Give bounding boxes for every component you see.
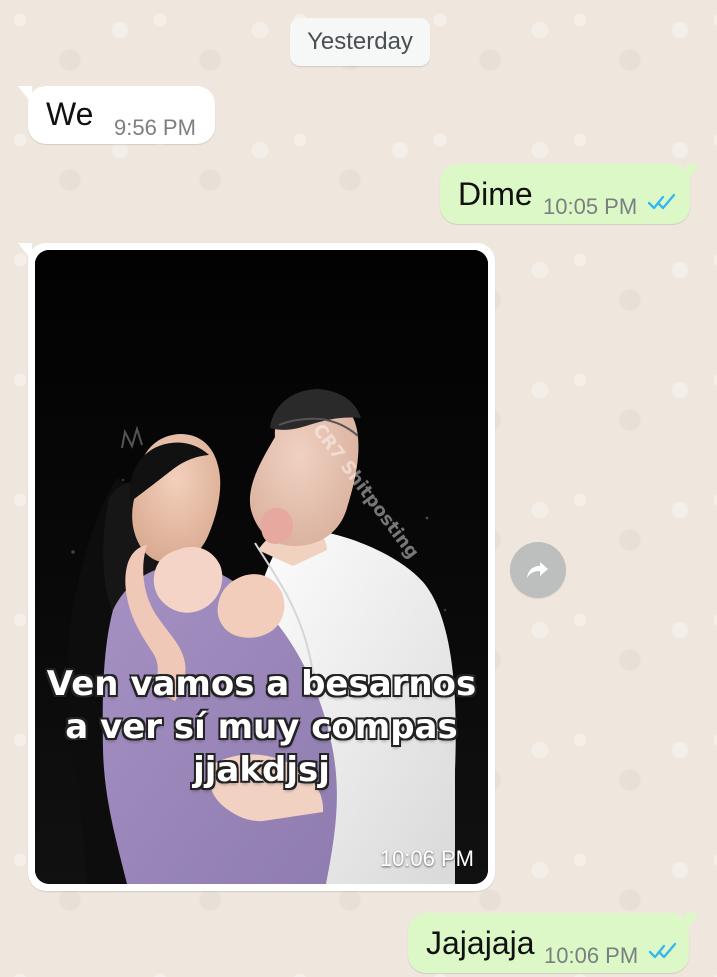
shared-image[interactable]: CR7 Shitposting Ven vamos a besarnos a v… (35, 250, 488, 884)
incoming-image-message[interactable]: CR7 Shitposting Ven vamos a besarnos a v… (18, 243, 495, 891)
double-check-icon (648, 942, 677, 959)
message-text: We (46, 96, 94, 132)
message-time: 9:56 PM (114, 115, 196, 140)
forward-arrow-icon (527, 562, 548, 578)
incoming-message-bubble[interactable]: We 9:56 PM (18, 86, 215, 144)
image-caption-line-1: Ven vamos a besarnos (46, 664, 477, 704)
date-separator-label: Yesterday (307, 28, 413, 55)
image-caption-line-3: jjakdjsj (193, 750, 330, 790)
message-text: Dime (458, 176, 533, 212)
message-time: 10:06 PM (379, 846, 474, 871)
forward-button[interactable] (510, 542, 566, 598)
outgoing-message-bubble[interactable]: Dime 10:05 PM (440, 164, 700, 224)
message-text: Jajajaja (426, 925, 535, 961)
image-caption-line-2: a ver sí muy compas (65, 707, 458, 747)
message-time: 10:06 PM (544, 943, 639, 968)
outgoing-message-bubble[interactable]: Jajajaja 10:06 PM (408, 913, 699, 973)
double-check-icon (647, 193, 676, 210)
message-time: 10:05 PM (543, 194, 638, 219)
date-separator: Yesterday (290, 18, 430, 66)
